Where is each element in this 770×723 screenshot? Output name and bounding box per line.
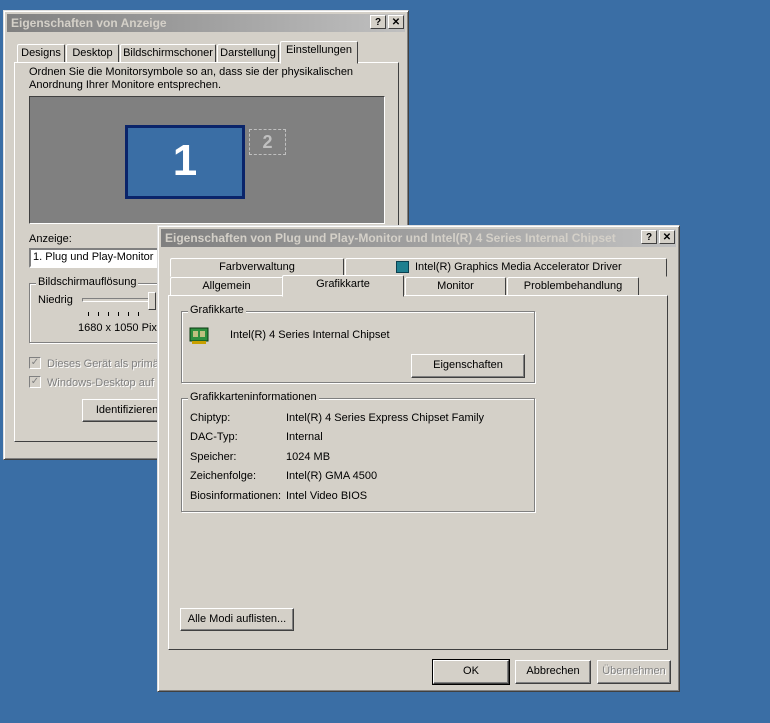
back-window-title: Eigenschaften von Anzeige [11, 16, 167, 30]
info-label-bios: Biosinformationen: [190, 490, 282, 502]
monitor-2-label: 2 [262, 132, 273, 152]
resolution-group-label: Bildschirmauflösung [36, 276, 139, 288]
info-value-chiptyp: Intel(R) 4 Series Express Chipset Family [286, 412, 485, 424]
tab-grafikkarte[interactable]: Grafikkarte [282, 275, 404, 297]
tab-bildschirmschoner[interactable]: Bildschirmschoner [120, 44, 216, 63]
info-label-zeichenfolge: Zeichenfolge: [190, 470, 257, 482]
help-button[interactable]: ? [641, 230, 657, 244]
info-value-dac: Internal [286, 431, 323, 443]
extend-checkbox[interactable]: ✓ [29, 376, 41, 388]
info-value-speicher: 1024 MB [286, 451, 331, 463]
display-select-value: 1. Plug und Play-Monitor m [33, 251, 166, 263]
info-label-chiptyp: Chiptyp: [190, 412, 231, 424]
info-value-bios: Intel Video BIOS [286, 490, 368, 502]
graphics-card-icon [189, 325, 211, 345]
apply-button[interactable]: Übernehmen [597, 660, 671, 684]
tab-problembehandlung[interactable]: Problembehandlung [507, 277, 639, 296]
tab-monitor[interactable]: Monitor [405, 277, 506, 296]
adapter-info-group-label: Grafikkarteninformationen [188, 391, 319, 403]
info-label-dac: DAC-Typ: [190, 431, 238, 443]
monitor-2[interactable]: 2 [249, 129, 286, 155]
primary-checkbox[interactable]: ✓ [29, 357, 41, 369]
resolution-slider-track[interactable] [82, 298, 150, 302]
resolution-slider-ticks [88, 312, 148, 316]
close-icon[interactable]: ✕ [659, 230, 675, 244]
adapter-properties-button[interactable]: Eigenschaften [411, 354, 525, 378]
tab-intel-gma-driver-label: Intel(R) Graphics Media Accelerator Driv… [415, 261, 622, 273]
info-label-speicher: Speicher: [190, 451, 237, 463]
adapter-name: Intel(R) 4 Series Internal Chipset [230, 329, 390, 341]
back-window-titlebar[interactable]: Eigenschaften von Anzeige ? ✕ [7, 14, 405, 32]
close-icon[interactable]: ✕ [388, 15, 404, 29]
info-value-zeichenfolge: Intel(R) GMA 4500 [286, 470, 378, 482]
monitor-instruction: Ordnen Sie die Monitorsymbole so an, das… [29, 66, 354, 91]
ok-button[interactable]: OK [432, 659, 510, 685]
resolution-group: Bildschirmauflösung Niedrig 1680 x 1050 … [29, 276, 171, 343]
list-all-modes-button[interactable]: Alle Modi auflisten... [180, 608, 294, 631]
intel-gma-icon [396, 261, 409, 274]
low-label: Niedrig [38, 294, 73, 306]
monitor-arrangement-area[interactable]: 1 2 [29, 96, 385, 224]
extend-checkbox-label: Windows-Desktop auf d [47, 377, 164, 389]
monitor-1[interactable]: 1 [125, 125, 245, 199]
front-window-titlebar[interactable]: Eigenschaften von Plug und Play-Monitor … [161, 229, 676, 247]
tab-einstellungen[interactable]: Einstellungen [280, 41, 358, 64]
monitor-1-label: 1 [172, 136, 198, 185]
tab-allgemein[interactable]: Allgemein [170, 277, 283, 296]
adapter-group-label: Grafikkarte [188, 304, 246, 316]
tab-desktop[interactable]: Desktop [66, 44, 119, 63]
tab-darstellung[interactable]: Darstellung [217, 44, 279, 63]
front-window-title: Eigenschaften von Plug und Play-Monitor … [165, 231, 616, 245]
resolution-slider-thumb[interactable] [148, 292, 156, 310]
front-tab-panel: Grafikkarte Intel(R) 4 Series Internal C… [168, 295, 668, 650]
primary-checkbox-label: Dieses Gerät als primäre [47, 358, 169, 370]
tab-designs[interactable]: Designs [17, 44, 65, 63]
adapter-info-group: Grafikkarteninformationen Chiptyp: Intel… [181, 391, 535, 512]
display-label: Anzeige: [29, 233, 72, 245]
cancel-button[interactable]: Abbrechen [515, 660, 591, 684]
monitor-properties-window: Eigenschaften von Plug und Play-Monitor … [157, 225, 680, 692]
resolution-value: 1680 x 1050 Pixe [78, 322, 164, 334]
display-select[interactable]: 1. Plug und Play-Monitor m [29, 248, 169, 268]
help-button[interactable]: ? [370, 15, 386, 29]
adapter-group: Grafikkarte Intel(R) 4 Series Internal C… [181, 304, 535, 383]
